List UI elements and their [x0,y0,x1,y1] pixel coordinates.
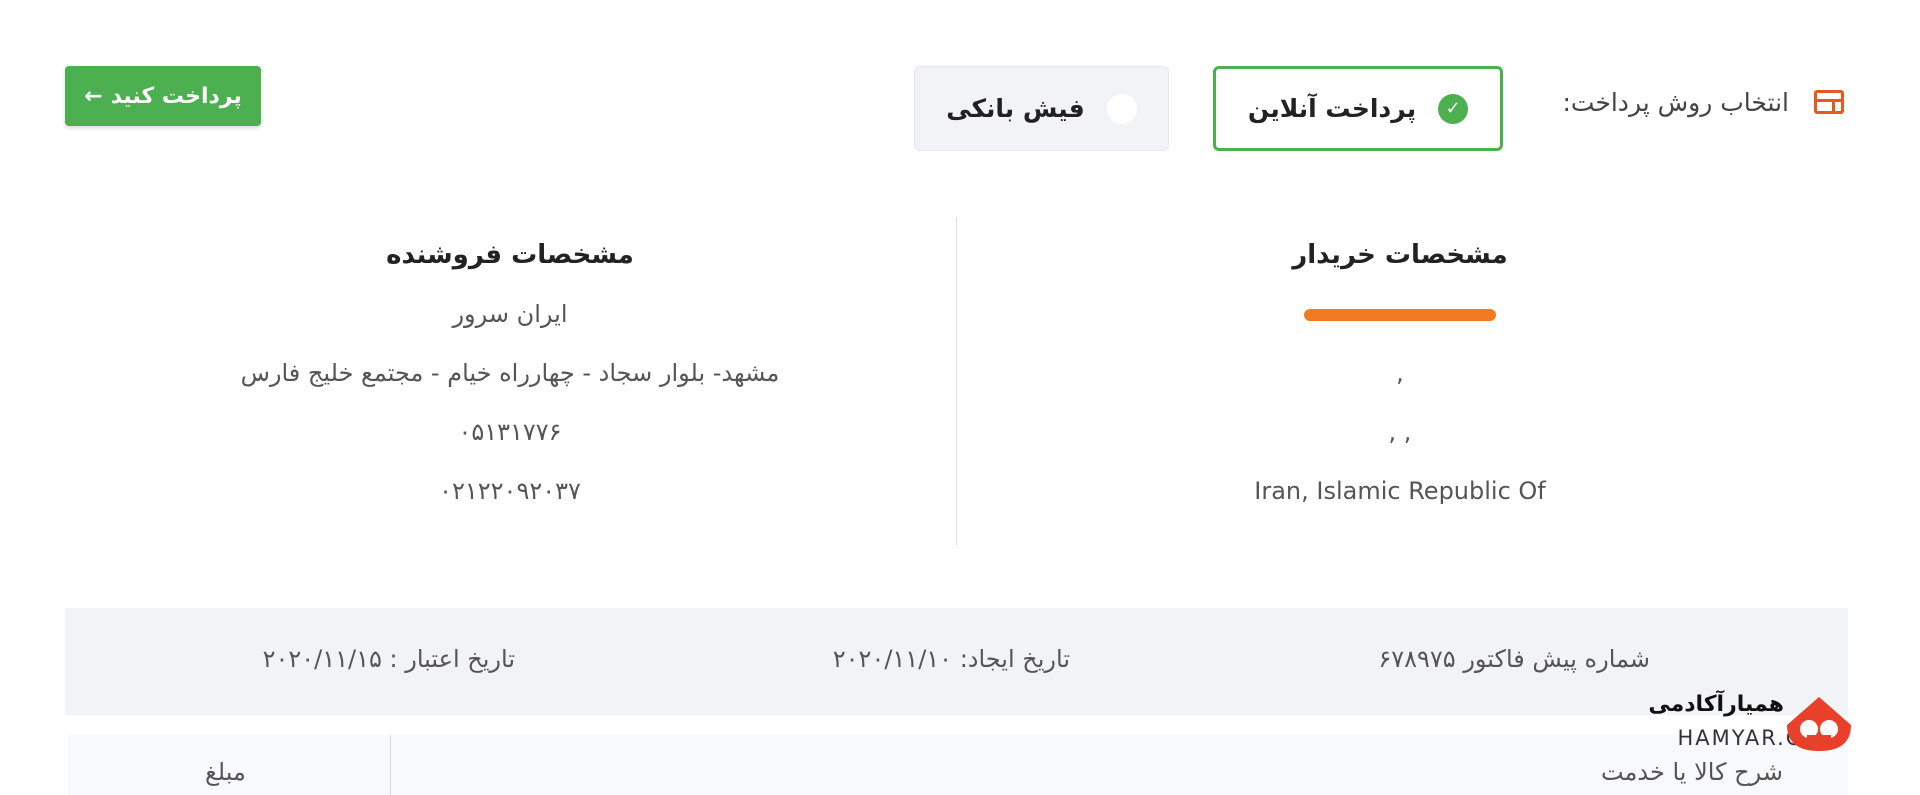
invoice-created-date: تاریخ ایجاد: ۲۰۲۰/۱۱/۱۰ [832,645,1070,673]
payment-method-icon [1814,90,1844,114]
option-online-label: پرداخت آنلاین [1247,94,1417,123]
seller-details: مشخصات فروشنده ایران سرور مشهد- بلوار سج… [210,238,810,532]
buyer-line2: , [1396,359,1404,387]
table-column-separator [390,735,391,795]
section-divider [956,217,957,545]
invoice-valid-date: تاریخ اعتبار : ۲۰۲۰/۱۱/۱۵ [262,645,515,673]
arrow-left-icon: ← [84,83,103,109]
pay-button[interactable]: پرداخت کنید ← [65,66,261,126]
column-amount: مبلغ [205,758,246,786]
payment-method-label: انتخاب روش پرداخت: [1562,88,1789,117]
watermark-name-fa: همیارآکادمی [1648,692,1784,717]
redaction-mark [1304,309,1496,321]
seller-phone2: ۰۲۱۲۲۰۹۲۰۳۷ [439,477,581,505]
buyer-title: مشخصات خریدار [1292,240,1508,270]
option-bank-label: فیش بانکی [946,94,1085,123]
option-bank-receipt[interactable]: فیش بانکی [914,66,1169,151]
check-circle-icon: ✓ [1438,93,1469,124]
seller-name: ایران سرور [452,300,568,328]
seller-title: مشخصات فروشنده [386,240,634,270]
buyer-name-redacted [1100,296,1700,332]
buyer-country: Iran, Islamic Republic Of [1254,477,1546,505]
buyer-line3: , , [1388,418,1412,446]
invoice-number: شماره پیش فاکتور ۶۷۸۹۷۵ [1378,645,1650,673]
seller-address: مشهد- بلوار سجاد - چهارراه خیام - مجتمع … [240,359,780,387]
hamyar-logo-icon [1787,697,1851,751]
radio-empty-icon [1106,93,1137,124]
seller-phone1: ۰۵۱۳۱۷۷۶ [458,418,562,446]
items-table-header [68,735,1848,795]
column-description: شرح کالا یا خدمت [1600,758,1783,786]
buyer-details: مشخصات خریدار , , , Iran, Islamic Republ… [1100,238,1700,532]
option-online-payment[interactable]: ✓ پرداخت آنلاین [1213,66,1503,151]
pay-button-label: پرداخت کنید [110,83,242,109]
